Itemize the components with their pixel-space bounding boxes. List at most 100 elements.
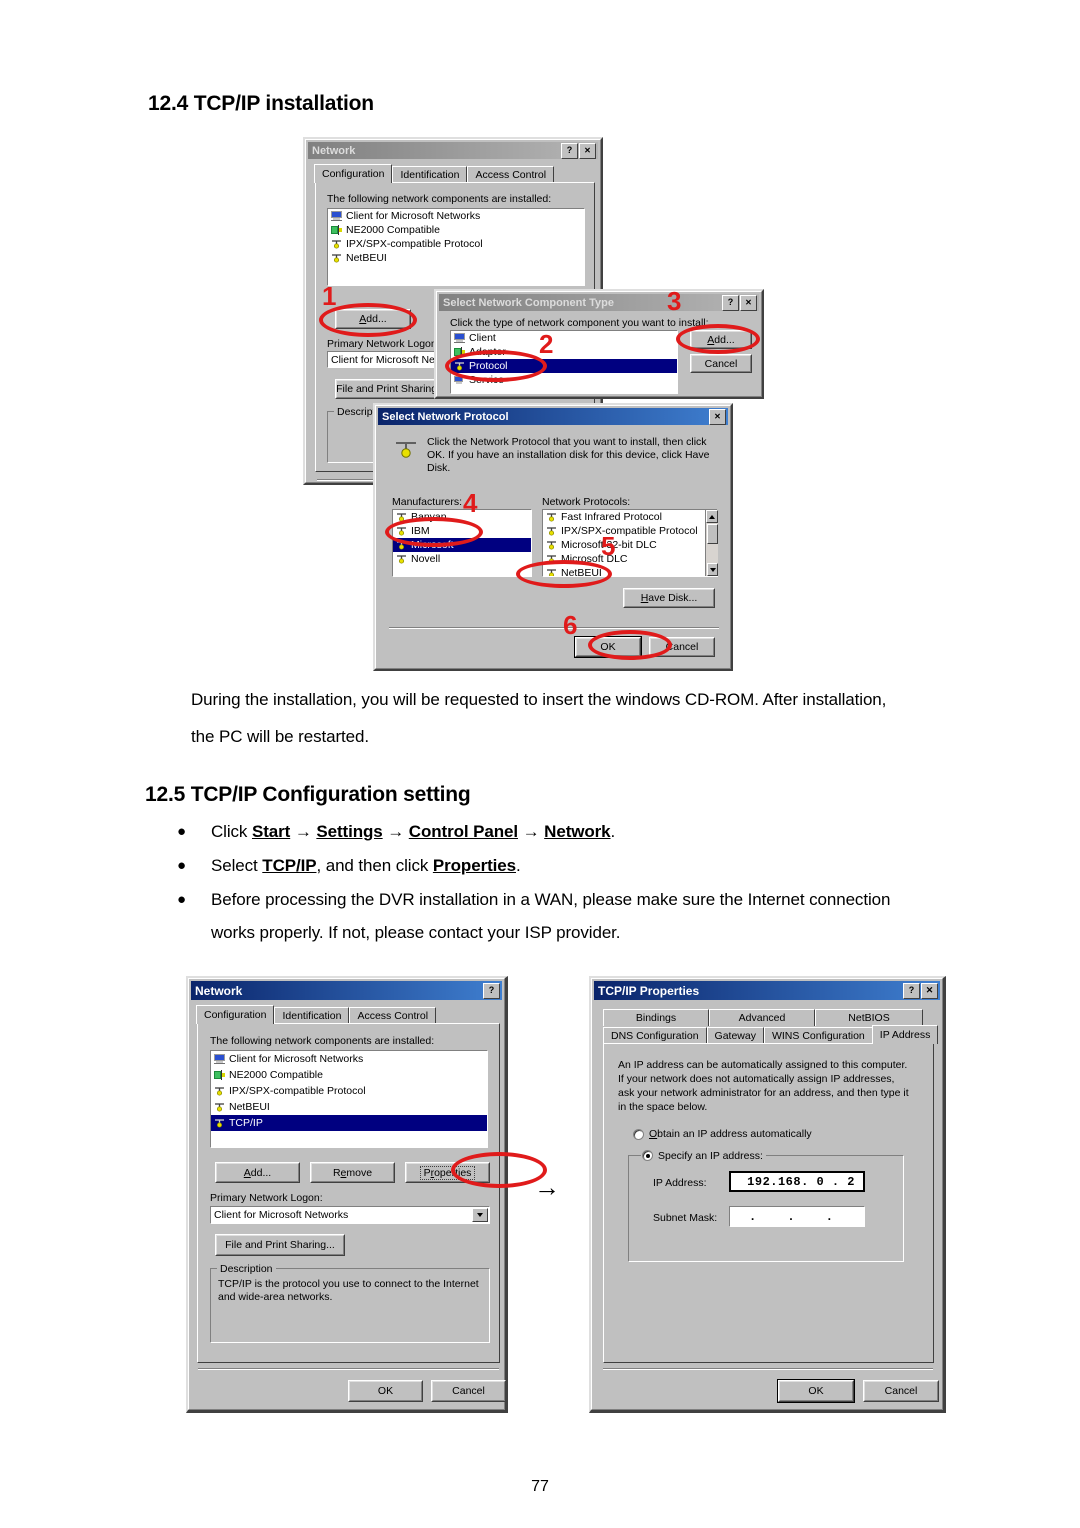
- titlebar: Select Network Protocol ✕: [378, 408, 728, 425]
- primary-logon-combo[interactable]: Client for Microsoft Networks: [210, 1206, 490, 1224]
- list-item[interactable]: NetBEUI: [328, 251, 584, 265]
- scroll-up-icon[interactable]: [706, 510, 718, 523]
- list-item-label: NetBEUI: [229, 1101, 270, 1113]
- ip-address-value: 192.168. 0 . 2: [747, 1174, 855, 1189]
- list-item[interactable]: Client for Microsoft Networks: [211, 1051, 487, 1067]
- radio-icon-selected[interactable]: [642, 1150, 653, 1161]
- select-network-protocol-dialog[interactable]: Select Network Protocol ✕ Click the Netw…: [373, 403, 733, 671]
- list-item-selected[interactable]: Microsoft: [393, 538, 531, 552]
- list-item[interactable]: Service: [451, 373, 677, 387]
- tabstrip-row1[interactable]: Bindings Advanced NetBIOS: [603, 1007, 923, 1026]
- protocol-icon: [214, 1102, 225, 1112]
- properties-button[interactable]: Properties: [405, 1162, 490, 1183]
- tabstrip[interactable]: Configuration Identification Access Cont…: [196, 1005, 437, 1024]
- add-button[interactable]: Add...: [335, 309, 411, 329]
- radio-label: Obtain an IP address automatically: [649, 1128, 812, 1140]
- list-item[interactable]: Novell: [393, 552, 531, 566]
- list-item-selected[interactable]: TCP/IP: [211, 1115, 487, 1131]
- scrollbar-thumb[interactable]: [707, 524, 718, 544]
- tab-advanced[interactable]: Advanced: [709, 1009, 815, 1026]
- close-icon[interactable]: ✕: [579, 142, 596, 159]
- protocols-scrollbar[interactable]: [705, 510, 718, 576]
- list-item-selected[interactable]: Protocol: [451, 359, 677, 373]
- list-item[interactable]: NetBEUI: [543, 566, 717, 577]
- tab-bindings[interactable]: Bindings: [603, 1009, 709, 1026]
- ip-address-field[interactable]: 192.168. 0 . 2: [729, 1171, 865, 1192]
- protocol-icon: [546, 554, 557, 564]
- list-item[interactable]: Client: [451, 331, 677, 345]
- step-select-part1: Select: [211, 856, 263, 875]
- protocol-cancel-button[interactable]: Cancel: [649, 637, 715, 657]
- component-type-list[interactable]: Client Adapter Protocol Service: [450, 330, 678, 394]
- network-dialog-bottom[interactable]: Network ? Configuration Identification A…: [186, 976, 508, 1413]
- select-network-component-type-dialog[interactable]: Select Network Component Type ? ✕ Click …: [434, 289, 764, 399]
- window-title: Select Network Protocol: [382, 410, 509, 423]
- list-item[interactable]: Microsoft 32-bit DLC: [543, 538, 717, 552]
- list-item[interactable]: IBM: [393, 524, 531, 538]
- network-cancel-button[interactable]: Cancel: [431, 1380, 506, 1402]
- remove-button[interactable]: Remove: [310, 1162, 395, 1183]
- tab-configuration[interactable]: Configuration: [314, 164, 393, 183]
- network-adapter-icon: [214, 1070, 225, 1080]
- add-button[interactable]: Add...: [215, 1162, 300, 1183]
- network-protocols-list[interactable]: Fast Infrared Protocol IPX/SPX-compatibl…: [542, 509, 718, 577]
- list-item[interactable]: Fast Infrared Protocol: [543, 510, 717, 524]
- tab-access-control[interactable]: Access Control: [349, 1007, 437, 1024]
- protocol-ok-button[interactable]: OK: [574, 636, 642, 658]
- close-icon[interactable]: ✕: [740, 294, 757, 311]
- step-click-suffix: .: [610, 822, 616, 841]
- tab-gateway[interactable]: Gateway: [706, 1027, 764, 1044]
- component-type-add-button[interactable]: Add...: [690, 330, 752, 349]
- close-icon[interactable]: ✕: [709, 408, 726, 425]
- tcpip-cancel-button[interactable]: Cancel: [863, 1380, 939, 1402]
- manufacturers-list[interactable]: Banyan IBM Microsoft Novell: [392, 509, 532, 577]
- radio-obtain-automatically[interactable]: Obtain an IP address automatically: [633, 1128, 812, 1140]
- list-item[interactable]: IPX/SPX-compatible Protocol: [211, 1083, 487, 1099]
- menu-start: Start: [251, 822, 291, 841]
- have-disk-button[interactable]: Have Disk...: [623, 588, 715, 608]
- list-item[interactable]: NE2000 Compatible: [211, 1067, 487, 1083]
- protocol-icon: [396, 554, 407, 564]
- component-type-cancel-button[interactable]: Cancel: [690, 354, 752, 373]
- list-item[interactable]: NE2000 Compatible: [328, 223, 584, 237]
- tab-identification[interactable]: Identification: [392, 166, 468, 183]
- tab-access-control[interactable]: Access Control: [467, 166, 555, 183]
- ip-info-text: An IP address can be automatically assig…: [618, 1059, 909, 1113]
- subnet-mask-label: Subnet Mask:: [653, 1212, 718, 1224]
- list-item[interactable]: Adapter: [451, 345, 677, 359]
- file-print-sharing-button[interactable]: File and Print Sharing...: [335, 379, 447, 399]
- network-components-list[interactable]: Client for Microsoft Networks NE2000 Com…: [210, 1050, 488, 1148]
- list-item[interactable]: Client for Microsoft Networks: [328, 209, 584, 223]
- tab-configuration[interactable]: Configuration: [196, 1005, 275, 1024]
- tcpip-properties-dialog[interactable]: TCP/IP Properties ? ✕ Bindings Advanced …: [589, 976, 946, 1413]
- file-print-sharing-button[interactable]: File and Print Sharing...: [215, 1234, 345, 1256]
- network-ok-button[interactable]: OK: [348, 1380, 423, 1402]
- help-icon[interactable]: ?: [483, 982, 500, 999]
- page-title-12-5: 12.5 TCP/IP Configuration setting: [145, 783, 471, 806]
- tab-wins-configuration[interactable]: WINS Configuration: [763, 1027, 873, 1044]
- close-icon[interactable]: ✕: [921, 982, 938, 999]
- tabstrip-row2[interactable]: DNS Configuration Gateway WINS Configura…: [603, 1025, 939, 1044]
- subnet-mask-field[interactable]: . . .: [729, 1206, 865, 1227]
- list-item[interactable]: IPX/SPX-compatible Protocol: [328, 237, 584, 251]
- tab-dns-configuration[interactable]: DNS Configuration: [603, 1027, 707, 1044]
- tabstrip[interactable]: Configuration Identification Access Cont…: [314, 164, 555, 183]
- tab-identification[interactable]: Identification: [274, 1007, 350, 1024]
- list-item[interactable]: Banyan: [393, 510, 531, 524]
- list-item[interactable]: IPX/SPX-compatible Protocol: [543, 524, 717, 538]
- cancel-button-label: Cancel: [452, 1385, 485, 1397]
- help-icon[interactable]: ?: [722, 294, 739, 311]
- list-item[interactable]: NetBEUI: [211, 1099, 487, 1115]
- help-icon[interactable]: ?: [561, 142, 578, 159]
- list-item[interactable]: Microsoft DLC: [543, 552, 717, 566]
- scroll-down-icon[interactable]: [707, 563, 718, 576]
- tab-netbios[interactable]: NetBIOS: [815, 1009, 923, 1026]
- tcpip-ok-button[interactable]: OK: [777, 1379, 855, 1403]
- network-components-list[interactable]: Client for Microsoft Networks NE2000 Com…: [327, 208, 585, 286]
- list-item-label: NetBEUI: [561, 567, 602, 577]
- step-wan-note: Before processing the DVR installation i…: [211, 890, 891, 942]
- tab-ip-address[interactable]: IP Address: [871, 1025, 939, 1044]
- window-title: TCP/IP Properties: [598, 983, 700, 998]
- chevron-down-icon[interactable]: [472, 1208, 488, 1222]
- help-icon[interactable]: ?: [903, 982, 920, 999]
